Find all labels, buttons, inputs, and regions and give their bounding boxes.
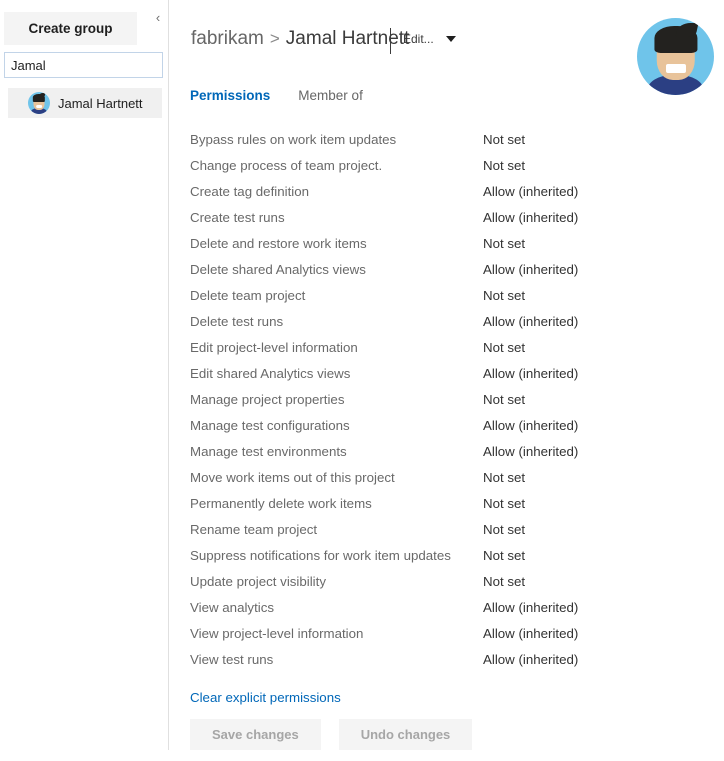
permission-name: Update project visibility (190, 573, 326, 589)
table-row: Create test runs Allow (inherited) (169, 204, 724, 230)
permission-name: Move work items out of this project (190, 469, 395, 485)
permissions-table: Bypass rules on work item updates Not set… (169, 126, 724, 672)
breadcrumb-separator: > (269, 29, 280, 48)
permission-value[interactable]: Not set (483, 392, 525, 407)
table-row: View test runs Allow (inherited) (169, 646, 724, 672)
list-item[interactable]: Jamal Hartnett (8, 88, 162, 118)
chevron-left-icon[interactable]: ‹ (150, 8, 166, 28)
permission-name: Edit project-level information (190, 339, 358, 355)
table-row: Delete test runs Allow (inherited) (169, 308, 724, 334)
permission-value[interactable]: Not set (483, 496, 525, 511)
search-input[interactable] (4, 52, 163, 78)
save-changes-button[interactable]: Save changes (190, 719, 321, 750)
permission-value[interactable]: Allow (inherited) (483, 652, 578, 667)
breadcrumb: fabrikam > Jamal Hartnett (191, 28, 409, 50)
permission-name: Create tag definition (190, 183, 310, 199)
edit-dropdown-button[interactable]: Edit... (403, 32, 456, 46)
identity-detail-panel: fabrikam > Jamal Hartnett Edit... Permis… (169, 0, 724, 761)
permission-value[interactable]: Not set (483, 522, 525, 537)
permission-name: Rename team project (190, 521, 318, 537)
permission-name: Delete team project (190, 287, 306, 303)
table-row: Manage test environments Allow (inherited… (169, 438, 724, 464)
table-row: Edit shared Analytics views Allow (inheri… (169, 360, 724, 386)
permission-value[interactable]: Not set (483, 340, 525, 355)
table-row: Suppress notifications for work item upd… (169, 542, 724, 568)
permission-name: Suppress notifications for work item upd… (190, 547, 451, 563)
table-row: Permanently delete work items Not set (169, 490, 724, 516)
permission-value[interactable]: Not set (483, 132, 525, 147)
permission-value[interactable]: Allow (inherited) (483, 314, 578, 329)
table-row: Delete and restore work items Not set (169, 230, 724, 256)
avatar (28, 92, 50, 114)
table-row: Edit project-level information Not set (169, 334, 724, 360)
permission-name: Bypass rules on work item updates (190, 131, 397, 147)
permission-value[interactable]: Not set (483, 236, 525, 251)
edit-dropdown-label: Edit... (403, 32, 434, 46)
permission-name: Change process of team project. (190, 157, 383, 173)
permission-name: Delete test runs (190, 313, 284, 329)
permission-name: Permanently delete work items (190, 495, 372, 511)
permission-name: View project-level information (190, 625, 364, 641)
table-row: Create tag definition Allow (inherited) (169, 178, 724, 204)
footer-action-bar: Save changes Undo changes (190, 719, 473, 750)
tab-bar: Permissions Member of (190, 88, 363, 103)
undo-changes-button[interactable]: Undo changes (338, 719, 473, 750)
table-row: Move work items out of this project Not s… (169, 464, 724, 490)
chevron-down-icon (445, 36, 456, 42)
permission-value[interactable]: Allow (inherited) (483, 418, 578, 433)
list-item-label: Jamal Hartnett (58, 95, 143, 111)
table-row: View project-level information Allow (inh… (169, 620, 724, 646)
create-group-button[interactable]: Create group (4, 12, 137, 45)
permission-value[interactable]: Allow (inherited) (483, 444, 578, 459)
tab-member-of[interactable]: Member of (298, 88, 363, 103)
table-row: Manage test configurations Allow (inherit… (169, 412, 724, 438)
breadcrumb-organization[interactable]: fabrikam (191, 28, 264, 50)
table-row: Bypass rules on work item updates Not set (169, 126, 724, 152)
permission-value[interactable]: Allow (inherited) (483, 366, 578, 381)
permission-value[interactable]: Not set (483, 288, 525, 303)
permission-value[interactable]: Allow (inherited) (483, 626, 578, 641)
permission-value[interactable]: Allow (inherited) (483, 262, 578, 277)
tab-permissions[interactable]: Permissions (190, 88, 270, 103)
table-row: Rename team project Not set (169, 516, 724, 542)
permission-value[interactable]: Not set (483, 158, 525, 173)
permission-name: View analytics (190, 599, 275, 615)
permission-name: View test runs (190, 651, 274, 667)
permission-value[interactable]: Not set (483, 574, 525, 589)
permission-value[interactable]: Allow (inherited) (483, 184, 578, 199)
search-results-list: Jamal Hartnett (0, 88, 168, 118)
header-divider (390, 28, 391, 54)
table-row: View analytics Allow (inherited) (169, 594, 724, 620)
permission-value[interactable]: Not set (483, 548, 525, 563)
table-row: Delete team project Not set (169, 282, 724, 308)
table-row: Delete shared Analytics views Allow (inhe… (169, 256, 724, 282)
permission-name: Create test runs (190, 209, 285, 225)
permission-name: Delete shared Analytics views (190, 261, 366, 277)
table-row: Change process of team project. Not set (169, 152, 724, 178)
avatar (637, 18, 714, 95)
clear-explicit-permissions-link[interactable]: Clear explicit permissions (190, 690, 341, 705)
permission-name: Edit shared Analytics views (190, 365, 351, 381)
identity-search-sidebar: Create group ‹ Jamal Hartnett (0, 0, 168, 761)
permission-name: Manage project properties (190, 391, 345, 407)
table-row: Update project visibility Not set (169, 568, 724, 594)
table-row: Manage project properties Not set (169, 386, 724, 412)
permission-name: Manage test environments (190, 443, 347, 459)
permission-name: Manage test configurations (190, 417, 350, 433)
permission-value[interactable]: Not set (483, 470, 525, 485)
permission-name: Delete and restore work items (190, 235, 367, 251)
permission-value[interactable]: Allow (inherited) (483, 210, 578, 225)
permission-value[interactable]: Allow (inherited) (483, 600, 578, 615)
